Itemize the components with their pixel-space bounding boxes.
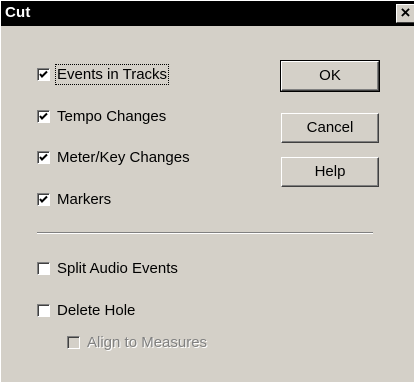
meter-key-changes-label: Meter/Key Changes — [57, 148, 190, 166]
ok-button[interactable]: OK — [280, 60, 380, 92]
meter-key-changes-checkbox[interactable] — [37, 150, 50, 164]
markers-checkbox[interactable] — [37, 192, 50, 206]
checkmark-icon — [39, 153, 48, 161]
checkmark-icon — [39, 112, 48, 120]
markers-label: Markers — [57, 190, 112, 208]
separator — [37, 232, 373, 234]
close-button[interactable]: × — [396, 4, 414, 23]
title-bar[interactable]: Cut × — [1, 1, 414, 26]
dialog-title: Cut — [5, 4, 31, 21]
tempo-changes-label: Tempo Changes — [57, 107, 167, 125]
tempo-changes-option[interactable]: Tempo Changes — [37, 107, 166, 125]
align-to-measures-checkbox — [67, 335, 80, 349]
split-audio-events-option[interactable]: Split Audio Events — [37, 259, 178, 277]
delete-hole-label: Delete Hole — [57, 301, 136, 319]
checkmark-icon — [39, 70, 48, 78]
delete-hole-option[interactable]: Delete Hole — [37, 301, 135, 319]
align-to-measures-option: Align to Measures — [67, 333, 207, 351]
help-button[interactable]: Help — [281, 157, 379, 187]
align-to-measures-label: Align to Measures — [87, 333, 208, 351]
cut-dialog: Cut × Events in Tracks Tempo Changes Met… — [0, 0, 414, 382]
meter-key-changes-option[interactable]: Meter/Key Changes — [37, 148, 190, 166]
delete-hole-checkbox[interactable] — [37, 303, 50, 317]
markers-option[interactable]: Markers — [37, 190, 111, 208]
tempo-changes-checkbox[interactable] — [37, 109, 50, 123]
events-in-tracks-option[interactable]: Events in Tracks — [37, 63, 170, 85]
split-audio-events-label: Split Audio Events — [57, 259, 178, 277]
events-in-tracks-checkbox[interactable] — [37, 67, 50, 81]
cancel-button[interactable]: Cancel — [281, 113, 379, 143]
split-audio-events-checkbox[interactable] — [37, 261, 50, 275]
events-in-tracks-label: Events in Tracks — [54, 63, 170, 85]
checkmark-icon — [39, 195, 48, 203]
close-icon: × — [400, 3, 411, 22]
